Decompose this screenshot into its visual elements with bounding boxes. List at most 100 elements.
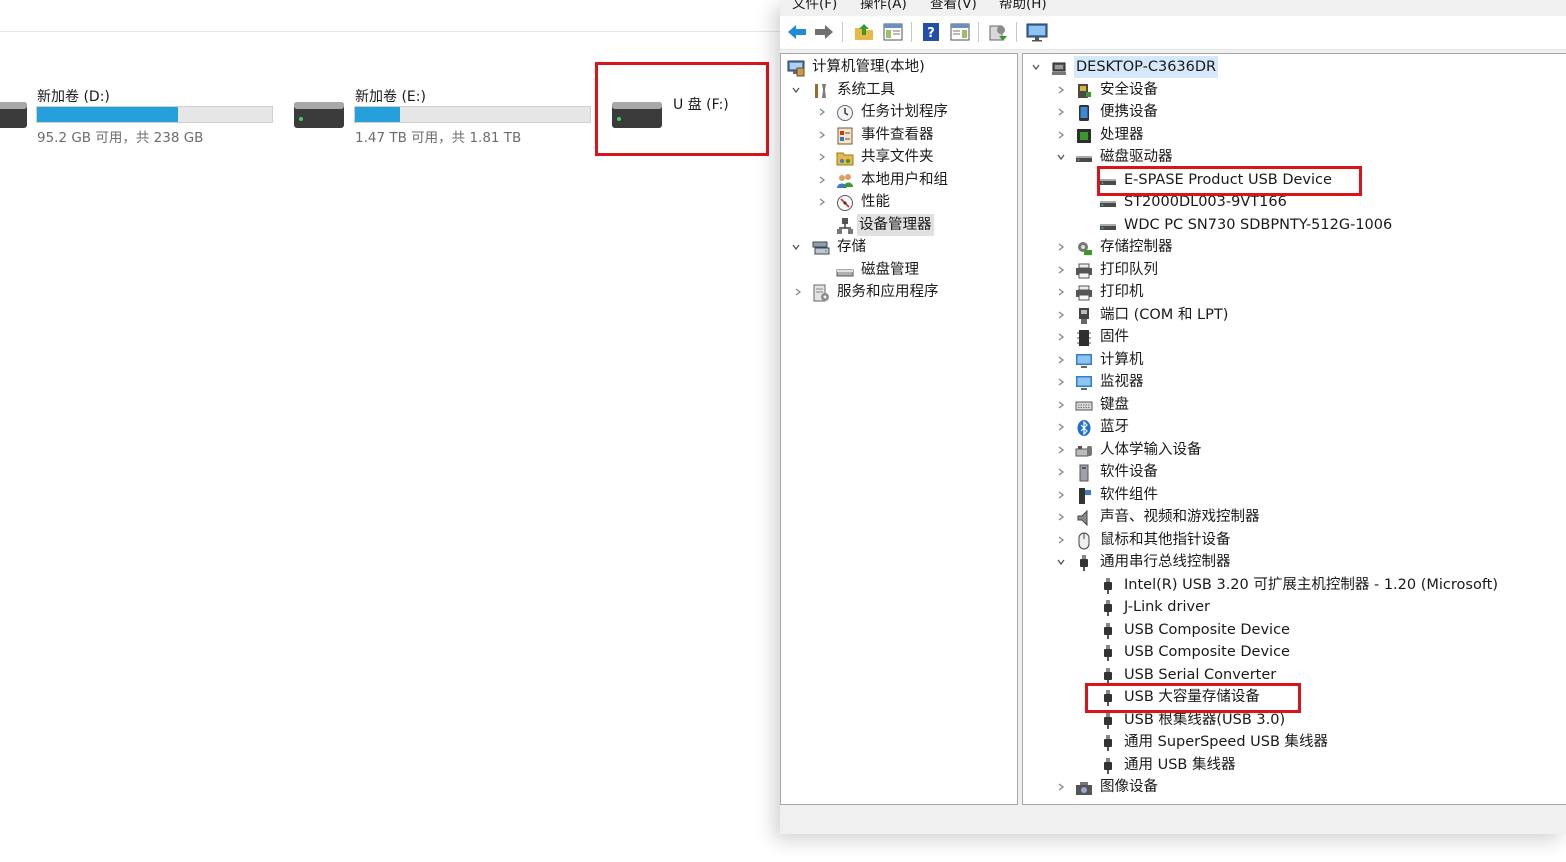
category-imaging-devices[interactable]: 图像设备	[1023, 776, 1565, 798]
tree-item-disk-management[interactable]: 磁盘管理	[781, 259, 1017, 281]
expand-chevron-icon[interactable]	[815, 169, 829, 191]
drive-e[interactable]: 新加卷 (E:) 1.47 TB 可用，共 1.81 TB	[293, 86, 593, 148]
show-tree-icon[interactable]	[881, 20, 905, 44]
menu-file[interactable]: 文件(F)	[792, 0, 837, 12]
tree-item-storage[interactable]: 存储	[781, 236, 1017, 258]
expand-chevron-icon[interactable]	[1054, 326, 1068, 348]
category-hid[interactable]: 人体学输入设备	[1023, 439, 1565, 461]
category-software-devices[interactable]: 软件设备	[1023, 461, 1565, 483]
menu-view[interactable]: 查看(V)	[930, 0, 977, 12]
device-usb-generic-hub[interactable]: 通用 USB 集线器	[1023, 754, 1565, 776]
device-tree-label: 蓝牙	[1100, 419, 1129, 435]
device-tree-root[interactable]: DESKTOP-C3636DR	[1023, 56, 1565, 78]
category-disk-drives[interactable]: 磁盘驱动器	[1023, 146, 1565, 168]
mouse-icon	[1074, 531, 1093, 550]
printer-icon	[1074, 261, 1093, 280]
category-computer[interactable]: 计算机	[1023, 349, 1565, 371]
expand-chevron-icon[interactable]	[1054, 124, 1068, 146]
device-usb-intel-host[interactable]: Intel(R) USB 3.20 可扩展主机控制器 - 1.20 (Micro…	[1023, 574, 1565, 596]
device-tree-label: 通用串行总线控制器	[1100, 554, 1231, 570]
tree-item-device-manager[interactable]: 设备管理器	[781, 214, 1017, 236]
tree-item-services-apps[interactable]: 服务和应用程序	[781, 281, 1017, 303]
expand-chevron-icon[interactable]	[1054, 304, 1068, 326]
category-ports[interactable]: 端口 (COM 和 LPT)	[1023, 304, 1565, 326]
expand-chevron-icon[interactable]	[1054, 439, 1068, 461]
device-usb-jlink[interactable]: J-Link driver	[1023, 596, 1565, 618]
forward-icon[interactable]	[812, 20, 836, 44]
expand-chevron-icon[interactable]	[1054, 776, 1068, 798]
drive-space-info: 1.47 TB 可用，共 1.81 TB	[355, 130, 522, 146]
device-tree-label: Intel(R) USB 3.20 可扩展主机控制器 - 1.20 (Micro…	[1124, 577, 1499, 593]
tree-item-shared-folders[interactable]: 共享文件夹	[781, 146, 1017, 168]
expand-chevron-icon[interactable]	[815, 101, 829, 123]
up-folder-icon[interactable]	[852, 20, 876, 44]
device-usb-composite-2[interactable]: USB Composite Device	[1023, 641, 1565, 663]
expand-chevron-icon[interactable]	[1054, 236, 1068, 258]
category-software-components[interactable]: 软件组件	[1023, 484, 1565, 506]
category-processors[interactable]: 处理器	[1023, 124, 1565, 146]
collapse-chevron-icon[interactable]	[789, 79, 803, 101]
category-keyboards[interactable]: 键盘	[1023, 394, 1565, 416]
tree-item-local-users[interactable]: 本地用户和组	[781, 169, 1017, 191]
device-disk-wdc[interactable]: WDC PC SN730 SDBPNTY-512G-1006	[1023, 214, 1565, 236]
category-storage-controllers[interactable]: 存储控制器	[1023, 236, 1565, 258]
tree-item-task-scheduler[interactable]: 任务计划程序	[781, 101, 1017, 123]
tree-item-event-viewer[interactable]: 事件查看器	[781, 124, 1017, 146]
tree-root[interactable]: 计算机管理(本地)	[781, 56, 1017, 78]
speaker-icon	[1074, 508, 1093, 527]
category-security-devices[interactable]: 安全设备	[1023, 79, 1565, 101]
port-icon	[1074, 306, 1093, 325]
category-print-queues[interactable]: 打印队列	[1023, 259, 1565, 281]
expand-chevron-icon[interactable]	[1054, 416, 1068, 438]
expand-chevron-icon[interactable]	[1054, 461, 1068, 483]
collapse-chevron-icon[interactable]	[1054, 551, 1068, 573]
expand-chevron-icon[interactable]	[1054, 101, 1068, 123]
device-tree-label: 计算机	[1100, 352, 1144, 368]
device-usb-composite-1[interactable]: USB Composite Device	[1023, 619, 1565, 641]
monitor-icon[interactable]	[1025, 20, 1049, 44]
category-bluetooth[interactable]: 蓝牙	[1023, 416, 1565, 438]
expand-chevron-icon[interactable]	[1054, 529, 1068, 551]
drive-name: 新加卷 (E:)	[355, 89, 426, 105]
expand-chevron-icon[interactable]	[1054, 371, 1068, 393]
drive-d[interactable]: 新加卷 (D:) 95.2 GB 可用，共 238 GB	[0, 86, 276, 148]
help-icon[interactable]: ?	[919, 20, 943, 44]
category-mice[interactable]: 鼠标和其他指针设备	[1023, 529, 1565, 551]
collapse-chevron-icon[interactable]	[789, 236, 803, 258]
usb-plug-icon	[1074, 553, 1093, 572]
category-firmware[interactable]: 固件	[1023, 326, 1565, 348]
expand-chevron-icon[interactable]	[1054, 394, 1068, 416]
expand-chevron-icon[interactable]	[1054, 281, 1068, 303]
expand-chevron-icon[interactable]	[1054, 484, 1068, 506]
processor-icon	[1074, 126, 1093, 145]
shared-folder-icon	[835, 148, 854, 167]
expand-chevron-icon[interactable]	[815, 146, 829, 168]
collapse-chevron-icon[interactable]	[1029, 56, 1043, 78]
device-tree-label: 软件组件	[1100, 487, 1158, 503]
expand-chevron-icon[interactable]	[1054, 506, 1068, 528]
action-pane-icon[interactable]	[948, 20, 972, 44]
expand-chevron-icon[interactable]	[815, 191, 829, 213]
tree-item-system-tools[interactable]: 系统工具	[781, 79, 1017, 101]
collapse-chevron-icon[interactable]	[1054, 146, 1068, 168]
menu-action[interactable]: 操作(A)	[860, 0, 907, 12]
properties-icon[interactable]	[986, 20, 1010, 44]
drive-usage-bar	[36, 106, 273, 123]
category-usb-controllers[interactable]: 通用串行总线控制器	[1023, 551, 1565, 573]
device-usb-superspeed-hub[interactable]: 通用 SuperSpeed USB 集线器	[1023, 731, 1565, 753]
expand-chevron-icon[interactable]	[1054, 79, 1068, 101]
tree-item-performance[interactable]: 性能	[781, 191, 1017, 213]
category-printers[interactable]: 打印机	[1023, 281, 1565, 303]
back-icon[interactable]	[785, 20, 809, 44]
category-audio[interactable]: 声音、视频和游戏控制器	[1023, 506, 1565, 528]
category-monitors[interactable]: 监视器	[1023, 371, 1565, 393]
expand-chevron-icon[interactable]	[1054, 349, 1068, 371]
expand-chevron-icon[interactable]	[815, 124, 829, 146]
drive-name: 新加卷 (D:)	[37, 89, 110, 105]
menu-help[interactable]: 帮助(H)	[999, 0, 1047, 12]
expand-chevron-icon[interactable]	[1054, 259, 1068, 281]
category-portable-devices[interactable]: 便携设备	[1023, 101, 1565, 123]
software-component-icon	[1074, 486, 1093, 505]
computer-management-window: 文件(F) 操作(A) 查看(V) 帮助(H) ? 计算机管理(本地) 系统工具…	[780, 0, 1566, 834]
expand-chevron-icon[interactable]	[791, 281, 805, 303]
